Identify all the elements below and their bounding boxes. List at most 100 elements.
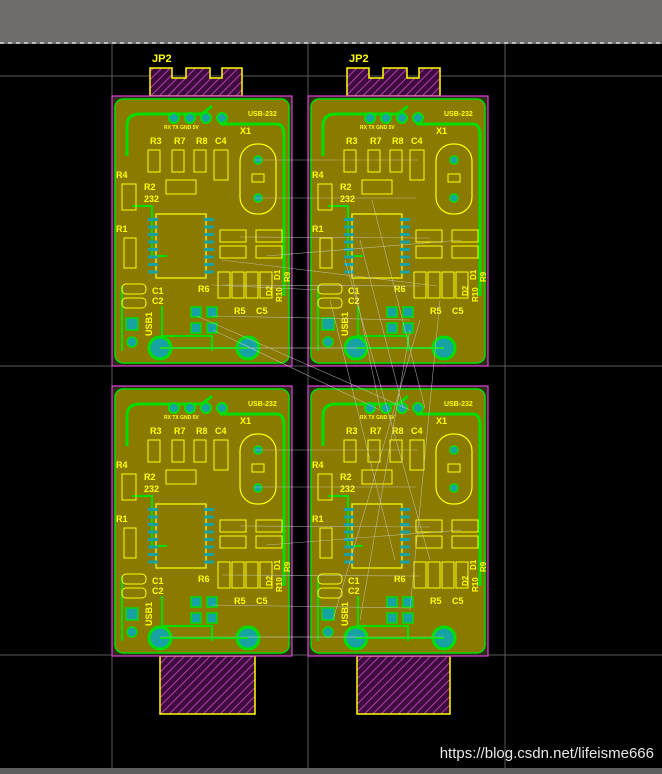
pcb-board[interactable]: RX TX GND 5VUSB-232X1R3 R7 R8 C4R4R2232R1D2… [307,385,489,657]
ic-pin [344,218,354,221]
usb-pad [125,317,139,331]
label-r6: R6 [198,574,210,584]
ic-pin [204,233,214,236]
ic-pin [204,225,214,229]
switch-pad [190,306,202,318]
header-pad [216,112,228,124]
switch-pad [190,596,202,608]
ic-pin [344,225,354,229]
label-r9: R9 [283,561,292,572]
ic-pin [400,255,410,259]
label-d1: D1 [273,269,282,280]
pcb-board[interactable]: RX TX GND 5VUSB-232X1R3 R7 R8 C4R4R2232R1D2… [111,95,293,367]
header-pad [216,402,228,414]
crystal-pad [449,155,459,165]
ic-pin [148,225,158,229]
jp2-label: JP2 [349,53,369,65]
label-ic: 232 [340,194,355,204]
switch-pad [386,596,398,608]
ic-pin [400,553,410,556]
pcb-editor-canvas[interactable]: JP2 JP2 RX TX GND 5V USB-232 X1 R3 R7 R8 C4 R4 R… [0,0,662,774]
switch-pad [402,306,414,318]
pcb-layout[interactable]: JP2 JP2 RX TX GND 5VUSB-232X1R3 R7 R8 C4R4R… [0,0,662,774]
label-r8: R8 [392,136,404,146]
label-r2: R2 [144,182,156,192]
usb-pad [321,317,335,331]
header-pad [184,112,196,124]
switch-pad [386,612,398,624]
ic-pin [148,240,158,244]
label-r10: R10 [471,287,480,302]
ic-pin [148,270,158,274]
label-c5: C5 [256,306,268,316]
label-r3: R3 [346,426,358,436]
label-c5: C5 [452,596,464,606]
jp2-label: JP2 [152,53,172,65]
ic-pin [148,523,158,526]
label-usb1: USB1 [340,602,350,626]
ic-pin [204,240,214,244]
label-c1: C1 [348,576,360,586]
crystal-pad [449,445,459,455]
ic-pin [204,270,214,274]
label-ic: 232 [144,484,159,494]
ic-pin [400,538,410,541]
label-r1: R1 [312,224,324,234]
label-r1: R1 [116,514,128,524]
ic-pin [344,508,354,511]
ic-pin [400,240,410,244]
usb-connector[interactable] [356,655,451,715]
header-pad [168,402,180,414]
ic-pin [344,523,354,526]
ic-pin [204,263,214,266]
usb-pad [322,336,334,348]
label-c4: C4 [411,426,423,436]
ic-pin [148,248,158,251]
ic-pin [148,218,158,221]
label-r2: R2 [340,182,352,192]
ic-pin [204,218,214,221]
switch-pad [190,612,202,624]
label-r8: R8 [196,136,208,146]
ic-pin [400,225,410,229]
jp2-connector[interactable] [149,67,243,97]
header-pad [168,112,180,124]
jp2-connector[interactable] [346,67,441,97]
label-r8: R8 [196,426,208,436]
label-r1: R1 [116,224,128,234]
label-ic: 232 [144,194,159,204]
header-pad [200,402,212,414]
label-usb1: USB1 [144,602,154,626]
ic-pin [400,545,410,549]
label-r3: R3 [346,136,358,146]
usb-pad [322,626,334,638]
label-c2: C2 [152,586,164,596]
label-r10: R10 [471,577,480,592]
switch-pad [206,306,218,318]
ic-pin [148,255,158,259]
switch-pad [402,596,414,608]
label-r6: R6 [198,284,210,294]
label-c4: C4 [215,136,227,146]
usb-connector[interactable] [159,655,256,715]
label-r2: R2 [144,472,156,482]
label-r9: R9 [479,271,488,282]
ic-pin [204,530,214,534]
label-x1: X1 [240,416,251,426]
crystal-pad [253,483,263,493]
board-title: USB-232 [444,401,473,408]
pcb-board[interactable]: RX TX GND 5VUSB-232X1R3 R7 R8 C4R4R2232R1D2… [307,95,489,367]
ic-pin [204,248,214,251]
ic-pin [400,248,410,251]
label-d2: D2 [461,285,470,296]
ic-pin [204,553,214,556]
header-pad [364,112,376,124]
label-r5: R5 [430,306,442,316]
pcb-board[interactable]: RX TX GND 5VUSB-232X1R3 R7 R8 C4R4R2232R1D2… [111,385,293,657]
ic-pin [204,523,214,526]
usb-pad [321,607,335,621]
ic-pin [148,508,158,511]
ic-pin [400,263,410,266]
ic-pin [344,560,354,564]
ic-pin [400,523,410,526]
